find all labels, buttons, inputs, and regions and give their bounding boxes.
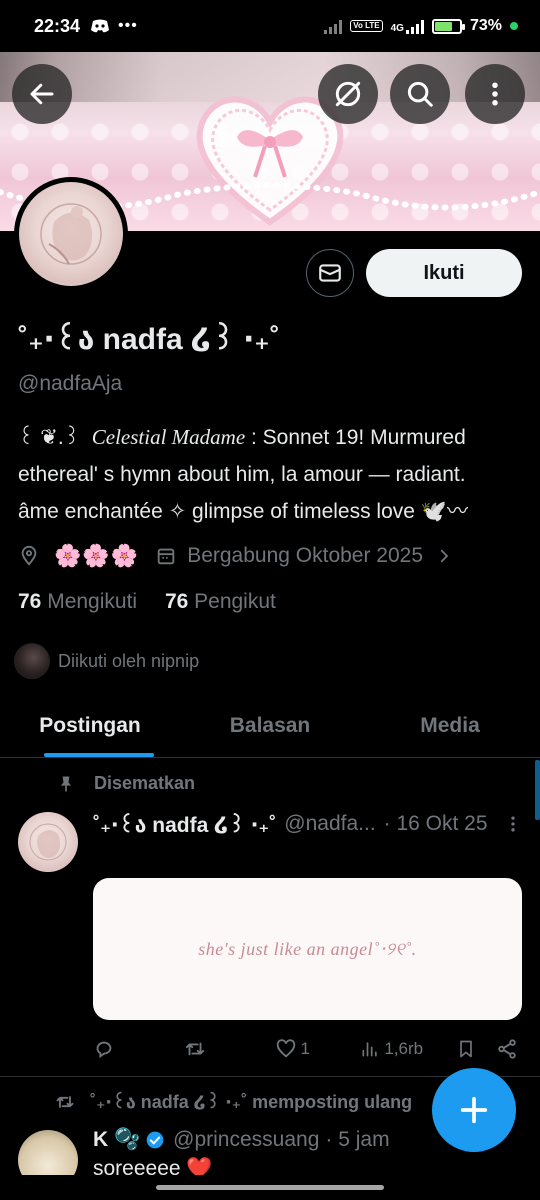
bookmark-icon (460, 1040, 472, 1058)
post-media-image[interactable]: she's just like an angel˚‧୨୧˚. (93, 878, 522, 1020)
bio-prefix: ꒰ ❦.꒱ (18, 426, 81, 449)
volte-badge: Vo LTE (350, 20, 383, 32)
spam-toggle-button[interactable] (318, 64, 378, 124)
profile-avatar[interactable] (14, 177, 128, 291)
envelope-icon (319, 264, 341, 282)
like-count: 1 (300, 1039, 311, 1058)
location-pin-icon (21, 545, 37, 566)
followed-by-text: Diikuti oleh nipnip (58, 650, 200, 671)
post-actions: 1 1,6rb (93, 1036, 518, 1062)
status-bar: 22:34 ••• Vo LTE 4G 73% (0, 0, 540, 52)
tab-media[interactable]: Media (360, 698, 540, 757)
followers-count: 76 (164, 590, 189, 613)
follower-avatar (14, 643, 50, 679)
followers-label: Pengikut (194, 590, 276, 613)
chevron-right-icon[interactable] (435, 547, 453, 565)
profile-joined[interactable]: Bergabung Oktober 2025 (187, 544, 423, 568)
discord-icon (91, 19, 110, 33)
signal-2-icon (405, 18, 424, 34)
followers-link[interactable]: 76 Pengikut (165, 590, 276, 613)
analytics-icon (362, 1042, 377, 1057)
reply-button[interactable] (93, 1038, 183, 1060)
more-vertical-icon (492, 82, 498, 106)
repost-time[interactable]: · 5 jam (325, 1128, 389, 1152)
profile-meta: 🌸🌸🌸 Bergabung Oktober 2025 (18, 540, 453, 572)
pin-icon (61, 776, 71, 791)
repost-author-name[interactable]: K 🫧 (93, 1128, 140, 1152)
reply-icon (96, 1041, 112, 1059)
post-header: ˚₊‧꒰ა nadfa ໒꒱ ‧₊˚ @nadfa... · 16 Okt 25 (93, 810, 523, 838)
scrollbar[interactable] (535, 760, 540, 820)
battery-percent: 73% (469, 17, 502, 34)
share-icon (498, 1039, 516, 1059)
bio-italic-title: Celestial Madame (91, 425, 246, 449)
search-button[interactable] (390, 64, 450, 124)
post-more-icon[interactable] (503, 814, 523, 834)
retweet-small-icon (56, 1095, 74, 1108)
like-button[interactable]: 1 (275, 1038, 361, 1060)
bookmark-button[interactable] (456, 1038, 496, 1060)
signal-1-icon (324, 18, 343, 34)
privacy-dot-icon (510, 22, 518, 30)
tab-posts[interactable]: Postingan (0, 698, 180, 757)
share-button[interactable] (496, 1038, 518, 1060)
plus-icon (460, 1096, 488, 1124)
followed-by-row[interactable]: Diikuti oleh nipnip (14, 642, 199, 680)
retweet-button[interactable] (183, 1038, 275, 1060)
bio-line1-rest: : Sonnet 19! Murmured (250, 426, 466, 449)
views-count: 1,6rb (384, 1039, 424, 1058)
battery-icon (431, 18, 465, 34)
follow-stats: 76 Mengikuti 76 Pengikut (18, 590, 276, 614)
bio-line3: âme enchantée ✧ glimpse of timeless love… (18, 500, 468, 523)
profile-bio: ꒰ ❦.꒱ Celestial Madame : Sonnet 19! Murm… (18, 419, 528, 530)
post-author-handle[interactable]: @nadfa... (284, 812, 375, 836)
following-label: Mengikuti (47, 590, 138, 613)
status-time: 22:34 (34, 15, 81, 36)
post-author-name[interactable]: ˚₊‧꒰ა nadfa ໒꒱ ‧₊˚ (93, 810, 276, 838)
post-date[interactable]: · 16 Okt 25 (384, 812, 488, 836)
tab-replies[interactable]: Balasan (180, 698, 360, 757)
following-link[interactable]: 76 Mengikuti (18, 590, 137, 613)
avatar-illustration (40, 203, 102, 265)
bio-line2: ethereal' s hymn about him, la amour — r… (18, 463, 466, 486)
pinned-label: Disematkan (94, 773, 196, 793)
following-count: 76 (18, 590, 42, 613)
profile-handle: @nadfaAja (18, 372, 123, 395)
search-icon (407, 81, 433, 107)
calendar-icon (157, 548, 175, 565)
more-notifications-icon: ••• (118, 17, 138, 34)
spam-off-icon (335, 81, 361, 107)
repost-author-handle[interactable]: @princessuang (173, 1128, 319, 1152)
repost-label[interactable]: ˚₊‧꒰ა nadfa ໒꒱ ‧₊˚ memposting ulang (90, 1090, 412, 1113)
arrow-left-icon (30, 83, 54, 105)
follow-button[interactable]: Ikuti (366, 249, 522, 297)
more-options-button[interactable] (465, 64, 525, 124)
gesture-home-bar[interactable] (156, 1185, 384, 1190)
pinned-indicator: Disematkan (56, 773, 195, 794)
heart-icon (276, 1039, 295, 1058)
compose-button[interactable] (432, 1068, 516, 1152)
profile-display-name: ˚₊‧꒰ა nadfa ໒꒱ ‧₊˚ (18, 323, 280, 356)
profile-tabs: Postingan Balasan Media (0, 698, 540, 758)
repost-indicator: ˚₊‧꒰ა nadfa ໒꒱ ‧₊˚ memposting ulang (54, 1090, 412, 1113)
back-button[interactable] (12, 64, 72, 124)
message-button[interactable] (306, 249, 354, 297)
views-button[interactable]: 1,6rb (360, 1039, 456, 1059)
network-type: 4G (390, 23, 404, 34)
verified-badge-icon (146, 1131, 164, 1149)
post-author-avatar[interactable] (18, 812, 78, 872)
retweet-icon (185, 1042, 204, 1056)
profile-location: 🌸🌸🌸 (54, 543, 140, 568)
